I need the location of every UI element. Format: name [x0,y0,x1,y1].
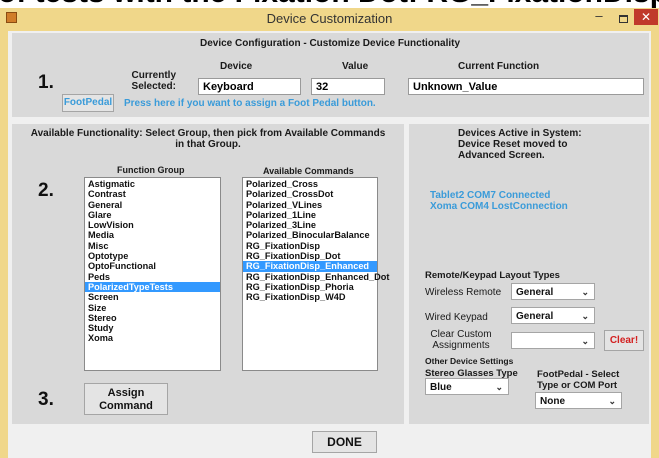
command-item[interactable]: RG_FixationDisp [243,241,377,251]
group-item[interactable]: Contrast [85,189,220,199]
assign-command-button[interactable]: Assign Command [84,383,168,415]
command-item[interactable]: RG_FixationDisp_Dot [243,251,377,261]
group-item[interactable]: Size [85,303,220,313]
group-item[interactable]: PolarizedTypeTests [85,281,220,293]
footpedal-hint-link[interactable]: Press here if you want to assign a Foot … [124,98,376,109]
value-field[interactable]: 32 [311,78,385,95]
wired-keypad-select[interactable]: General ⌄ [511,307,595,324]
chevron-down-icon: ⌄ [495,382,503,392]
wireless-remote-value: General [516,287,554,298]
maximize-button[interactable] [613,10,633,24]
chevron-down-icon: ⌄ [608,396,616,406]
footpedal-button[interactable]: FootPedal [62,94,114,112]
currently-selected-label: Currently Selected: [131,70,176,92]
available-commands-list[interactable]: Polarized_Cross Polarized_CrossDot Polariz… [242,177,389,371]
command-item[interactable]: RG_FixationDisp_Phoria [243,282,377,292]
step-1-label: 1. [38,72,54,93]
device-column-header: Device [220,61,253,72]
function-column-header: Current Function [458,61,540,72]
command-item[interactable]: Polarized_CrossDot [243,189,377,199]
wired-keypad-label: Wired Keypad [425,312,488,323]
layout-types-heading: Remote/Keypad Layout Types [425,270,560,281]
command-item[interactable]: RG_FixationDisp_Enhanced_Dot [243,272,389,282]
command-item[interactable]: Polarized_Cross [243,179,377,189]
done-button[interactable]: DONE [312,431,377,453]
other-settings-heading: Other Device Settings [425,356,514,366]
device-status-0: Tablet2 COM7 Connected [430,190,551,201]
close-button[interactable]: ✕ [634,9,658,25]
function-group-list[interactable]: Astigmatic Contrast General Glare LowVision M… [84,177,221,371]
group-item[interactable]: Glare [85,210,220,220]
group-item[interactable]: Misc [85,241,220,251]
stereo-glasses-value: Blue [430,382,452,393]
step-3-label: 3. [38,389,54,410]
clear-assignments-select[interactable]: ⌄ [511,332,595,349]
devices-heading: Devices Active in System: Device Reset m… [458,128,582,161]
group-item[interactable]: LowVision [85,220,220,230]
footpedal-value: None [540,396,565,407]
chevron-down-icon: ⌄ [581,336,589,346]
current-function-field[interactable]: Unknown_Value [408,78,644,95]
stereo-glasses-select[interactable]: Blue ⌄ [425,378,509,395]
group-item[interactable]: Stereo [85,313,220,323]
value-column-header: Value [342,61,369,72]
group-item[interactable]: Optotype [85,251,220,261]
device-field[interactable]: Keyboard [198,78,301,95]
window-title: Device Customization [266,11,393,26]
partial-header-text: of tests with the Fixation Dot: RG_Fixat… [0,0,659,8]
function-group-label: Function Group [117,165,185,175]
window-frame-right [651,31,659,458]
group-item[interactable]: OptoFunctional [85,261,220,271]
chevron-down-icon: ⌄ [581,287,589,297]
wireless-remote-select[interactable]: General ⌄ [511,283,595,300]
group-item[interactable]: Astigmatic [85,179,220,189]
footpedal-select-label: FootPedal - Select Type or COM Port [537,369,620,391]
footpedal-select[interactable]: None ⌄ [535,392,622,409]
command-item[interactable]: RG_FixationDisp_W4D [243,292,377,302]
command-item[interactable]: RG_FixationDisp_Enhanced [243,261,377,272]
wireless-remote-label: Wireless Remote [425,287,502,298]
functionality-heading: Available Functionality: Select Group, t… [30,128,386,150]
device-status-1: Xoma COM4 LostConnection [430,201,568,212]
group-item[interactable]: Study [85,323,220,333]
group-item[interactable]: Peds [85,272,220,282]
available-commands-label: Available Commands [263,166,354,176]
group-item[interactable]: Xoma [85,333,220,343]
command-item[interactable]: Polarized_3Line [243,220,377,230]
wired-keypad-value: General [516,311,554,322]
title-bar: Device Customization [0,8,659,31]
config-heading: Device Configuration - Customize Device … [200,38,461,49]
group-item[interactable]: Screen [85,292,220,302]
command-item[interactable]: Polarized_BinocularBalance [243,230,377,240]
group-item[interactable]: General [85,200,220,210]
command-item[interactable]: Polarized_1Line [243,210,377,220]
window-frame-left [0,31,8,458]
chevron-down-icon: ⌄ [581,311,589,321]
app-icon [6,12,17,23]
maximize-icon [618,15,628,23]
minimize-button[interactable]: – [588,9,610,24]
step-2-label: 2. [38,180,54,201]
group-item[interactable]: Media [85,230,220,240]
command-item[interactable]: Polarized_VLines [243,200,377,210]
clear-button[interactable]: Clear! [604,330,644,351]
clear-custom-label: Clear Custom Assignments [430,329,492,351]
